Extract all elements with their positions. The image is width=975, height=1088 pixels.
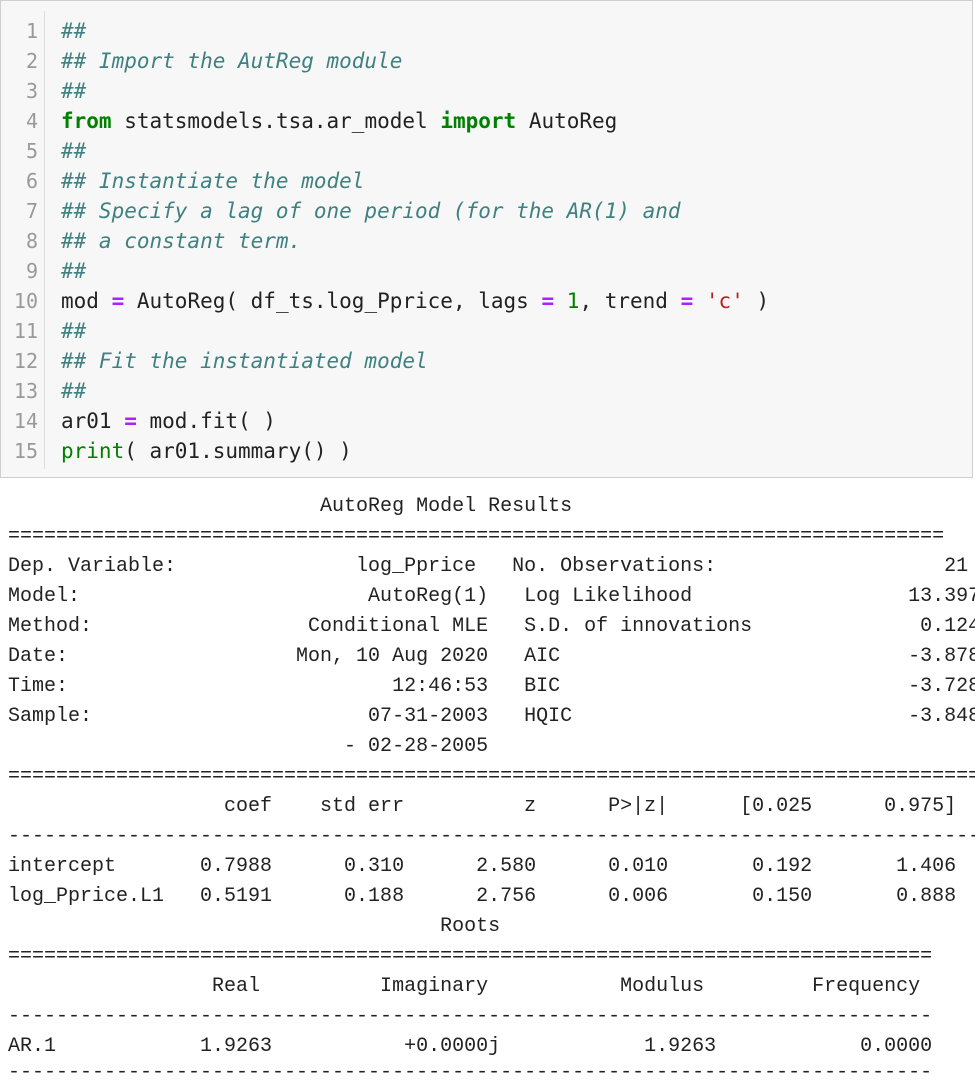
code-line[interactable]: 7 ## Specify a lag of one period (for th… [1, 196, 971, 226]
code-line[interactable]: 13 ## [1, 376, 971, 406]
call-text: , trend [579, 289, 681, 313]
comment: ## Import the AutReg module [61, 49, 403, 73]
coef-table-row: log_Pprice.L1 0.5191 0.188 2.756 0.006 0… [8, 885, 957, 908]
summary-row: Dep. Variable: log_Pprice No. Observatio… [8, 555, 969, 578]
code-line[interactable]: 6 ## Instantiate the model [1, 166, 971, 196]
coef-table-row: intercept 0.7988 0.310 2.580 0.010 0.192… [8, 855, 957, 878]
import-name: AutoReg [516, 109, 618, 133]
keyword: from [61, 109, 112, 133]
separator-line: ========================================… [8, 945, 933, 968]
separator-line: ----------------------------------------… [8, 1005, 933, 1028]
comment: ## Instantiate the model [61, 169, 365, 193]
code-line[interactable]: 10 mod = AutoReg( df_ts.log_Pprice, lags… [1, 286, 971, 316]
operator: = [680, 289, 694, 313]
operator: = [541, 289, 555, 313]
call-text: mod.fit( ) [136, 409, 276, 433]
code-text: ## [61, 76, 86, 106]
line-number: 15 [13, 439, 38, 463]
line-number: 4 [25, 109, 38, 133]
summary-row: Model: AutoReg(1) Log Likelihood 13.397 [8, 585, 975, 608]
code-line[interactable]: 2 ## Import the AutReg module [1, 46, 971, 76]
call-text: ) [743, 289, 770, 313]
operator: = [111, 289, 125, 313]
code-text: ar01 = mod.fit( ) [61, 406, 276, 436]
separator-line: ========================================… [8, 525, 945, 548]
code-text: ## [61, 16, 86, 46]
line-number: 7 [25, 199, 38, 223]
code-text: ## a constant term. [61, 226, 301, 256]
summary-row: Time: 12:46:53 BIC -3.728 [8, 675, 975, 698]
identifier: ar01 [61, 409, 125, 433]
code-line[interactable]: 1 ## [1, 16, 971, 46]
output-title: AutoReg Model Results [8, 495, 897, 518]
summary-row: Date: Mon, 10 Aug 2020 AIC -3.878 [8, 645, 975, 668]
coef-table-header: coef std err z P>|z| [0.025 0.975] [8, 795, 957, 818]
code-text: ## [61, 136, 86, 166]
comment: ## [61, 19, 87, 43]
number-literal: 1 [566, 289, 580, 313]
summary-row: - 02-28-2005 [8, 735, 975, 758]
identifier: mod [61, 289, 112, 313]
code-text: print( ar01.summary() ) [61, 436, 352, 466]
comment: ## [61, 379, 87, 403]
code-text: ## [61, 256, 86, 286]
line-number: 9 [25, 259, 38, 283]
code-line[interactable]: 11 ## [1, 316, 971, 346]
line-number: 8 [25, 229, 38, 253]
code-text: from statsmodels.tsa.ar_model import Aut… [61, 106, 617, 136]
line-number: 3 [25, 79, 38, 103]
separator-line: ----------------------------------------… [8, 1061, 933, 1084]
code-text: ## [61, 316, 86, 346]
code-text: ## Fit the instantiated model [61, 346, 428, 376]
summary-row: Sample: 07-31-2003 HQIC -3.848 [8, 705, 975, 728]
comment: ## Specify a lag of one period (for the … [61, 199, 681, 223]
code-text: mod = AutoReg( df_ts.log_Pprice, lags = … [61, 286, 769, 316]
code-line[interactable]: 9 ## [1, 256, 971, 286]
summary-row: Method: Conditional MLE S.D. of innovati… [8, 615, 975, 638]
code-line[interactable]: 12 ## Fit the instantiated model [1, 346, 971, 376]
line-number: 14 [13, 409, 38, 433]
line-number: 1 [25, 19, 38, 43]
code-line[interactable]: 8 ## a constant term. [1, 226, 971, 256]
code-line[interactable]: 4 from statsmodels.tsa.ar_model import A… [1, 106, 971, 136]
code-line[interactable]: 15 print( ar01.summary() ) [1, 436, 971, 466]
line-number: 6 [25, 169, 38, 193]
line-number: 5 [25, 139, 38, 163]
line-number: 12 [13, 349, 38, 373]
code-line[interactable]: 5 ## [1, 136, 971, 166]
line-number: 2 [25, 49, 38, 73]
builtin-function: print [61, 439, 125, 463]
comment: ## [61, 79, 87, 103]
comment: ## [61, 139, 87, 163]
code-text: ## [61, 376, 86, 406]
line-number: 11 [13, 319, 38, 343]
separator-line: ========================================… [8, 765, 975, 788]
comment: ## [61, 319, 87, 343]
call-text: AutoReg( df_ts.log_Pprice, lags [124, 289, 542, 313]
comment: ## a constant term. [61, 229, 302, 253]
string-literal: 'c' [705, 289, 744, 313]
comment: ## Fit the instantiated model [61, 349, 428, 373]
line-number: 13 [13, 379, 38, 403]
module-name: statsmodels.tsa.ar_model [111, 109, 441, 133]
call-text: ( ar01.summary() ) [124, 439, 352, 463]
keyword: import [440, 109, 517, 133]
roots-title: Roots [8, 915, 933, 938]
operator: = [124, 409, 137, 433]
code-cell[interactable]: 1 ## 2 ## Import the AutReg module 3 ## … [0, 0, 973, 478]
comment: ## [61, 259, 87, 283]
code-line[interactable]: 3 ## [1, 76, 971, 106]
code-line[interactable]: 14 ar01 = mod.fit( ) [1, 406, 971, 436]
code-text: ## Import the AutReg module [61, 46, 402, 76]
separator-line: ----------------------------------------… [8, 825, 975, 848]
roots-table-header: Real Imaginary Modulus Frequency [8, 975, 921, 998]
line-number: 10 [13, 289, 38, 313]
code-text: ## Specify a lag of one period (for the … [61, 196, 681, 226]
code-text: ## Instantiate the model [61, 166, 364, 196]
